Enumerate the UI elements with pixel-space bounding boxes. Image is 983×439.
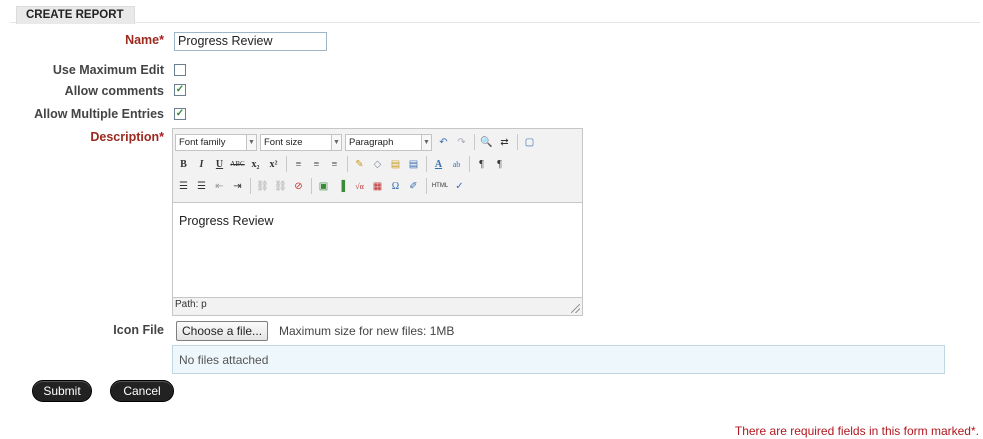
allow-multiple-checkbox[interactable]: ✓: [174, 108, 186, 120]
editor-path: Path: p: [175, 299, 207, 310]
description-label: Description*: [90, 130, 164, 144]
replace-icon[interactable]: ⇄: [496, 134, 513, 151]
strikethrough-icon[interactable]: ABC: [229, 156, 246, 173]
section-title: CREATE REPORT: [16, 6, 135, 24]
toolbar-separator: [250, 178, 251, 194]
text-color-icon[interactable]: A: [430, 156, 447, 173]
nolink-icon[interactable]: ⊘: [290, 178, 307, 195]
toolbar-separator: [426, 156, 427, 172]
toolbar-separator: [347, 156, 348, 172]
font-size-select[interactable]: Font size ▼: [260, 133, 342, 151]
eraser-icon[interactable]: ◇: [369, 156, 386, 173]
outdent-icon[interactable]: ⇤: [211, 178, 228, 195]
media-icon[interactable]: ▐: [333, 178, 350, 195]
bullet-list-icon[interactable]: ☰: [175, 178, 192, 195]
icon-file-label: Icon File: [113, 323, 164, 337]
spellcheck-icon[interactable]: ✓: [451, 178, 468, 195]
toolbar-row-1: Font family ▼ Font size ▼ Paragraph ▼ ↶ ↷ 🔍…: [175, 132, 539, 152]
toolbar-separator: [469, 156, 470, 172]
max-size-text: Maximum size for new files: 1MB: [279, 324, 455, 338]
format-select[interactable]: Paragraph ▼: [345, 133, 432, 151]
align-right-icon[interactable]: ≡: [326, 156, 343, 173]
file-drop-area[interactable]: No files attached: [172, 345, 945, 374]
cancel-button[interactable]: Cancel: [110, 380, 174, 402]
align-left-icon[interactable]: ≡: [290, 156, 307, 173]
toolbar-separator: [517, 134, 518, 150]
no-files-text: No files attached: [179, 353, 269, 367]
allow-comments-checkbox[interactable]: ✓: [174, 84, 186, 96]
special-char-icon[interactable]: Ω: [387, 178, 404, 195]
link-icon[interactable]: ⛓: [254, 178, 271, 195]
find-icon[interactable]: 🔍: [478, 134, 495, 151]
submit-button[interactable]: Submit: [32, 380, 92, 402]
editor-content: Progress Review: [179, 214, 274, 228]
required-fields-note: There are required fields in this form m…: [734, 424, 979, 438]
toolbar-separator: [286, 156, 287, 172]
indent-icon[interactable]: ⇥: [229, 178, 246, 195]
bold-icon[interactable]: B: [175, 156, 192, 173]
underline-icon[interactable]: U: [211, 156, 228, 173]
unlink-icon[interactable]: ⛓: [272, 178, 289, 195]
section-divider: [10, 6, 980, 23]
undo-icon[interactable]: ↶: [435, 134, 452, 151]
image-icon[interactable]: ▣: [315, 178, 332, 195]
equation-icon[interactable]: √α: [351, 178, 368, 195]
toolbar-separator: [311, 178, 312, 194]
numbered-list-icon[interactable]: ☰: [193, 178, 210, 195]
rich-text-editor: Font family ▼ Font size ▼ Paragraph ▼ ↶ ↷ 🔍…: [172, 128, 583, 316]
use-max-edit-checkbox[interactable]: [174, 64, 186, 76]
resize-handle-icon[interactable]: [571, 304, 580, 313]
ltr-icon[interactable]: ¶: [473, 156, 490, 173]
name-input[interactable]: Progress Review: [174, 32, 327, 51]
fullscreen-icon[interactable]: ▢: [521, 134, 538, 151]
superscript-icon[interactable]: x²: [265, 156, 282, 173]
allow-comments-label: Allow comments: [64, 84, 164, 98]
choose-file-button[interactable]: Choose a file...: [176, 321, 269, 341]
cleanup-icon[interactable]: ✎: [351, 156, 368, 173]
name-label: Name*: [125, 33, 164, 47]
italic-icon[interactable]: I: [193, 156, 210, 173]
allow-multiple-label: Allow Multiple Entries: [34, 107, 164, 121]
toolbar-row-2: B I U ABC x₂ x² ≡ ≡ ≡ ✎ ◇ ▤ ▤ A ab ¶ ¶: [175, 154, 509, 174]
editor-content-area[interactable]: Progress Review: [173, 202, 582, 298]
toolbar-row-3: ☰ ☰ ⇤ ⇥ ⛓ ⛓ ⊘ ▣ ▐ √α ▦ Ω ✐ HTML ✓: [175, 176, 469, 196]
use-max-edit-label: Use Maximum Edit: [52, 63, 164, 77]
align-center-icon[interactable]: ≡: [308, 156, 325, 173]
font-family-select[interactable]: Font family ▼: [175, 133, 257, 151]
html-icon[interactable]: HTML: [430, 178, 450, 195]
paste-word-icon[interactable]: ▤: [405, 156, 422, 173]
edit-icon[interactable]: ✐: [405, 178, 422, 195]
subscript-icon[interactable]: x₂: [247, 156, 264, 173]
toolbar-separator: [474, 134, 475, 150]
rtl-icon[interactable]: ¶: [491, 156, 508, 173]
toolbar-separator: [426, 178, 427, 194]
redo-icon[interactable]: ↷: [453, 134, 470, 151]
highlight-color-icon[interactable]: ab: [448, 156, 465, 173]
table-icon[interactable]: ▦: [369, 178, 386, 195]
paste-text-icon[interactable]: ▤: [387, 156, 404, 173]
